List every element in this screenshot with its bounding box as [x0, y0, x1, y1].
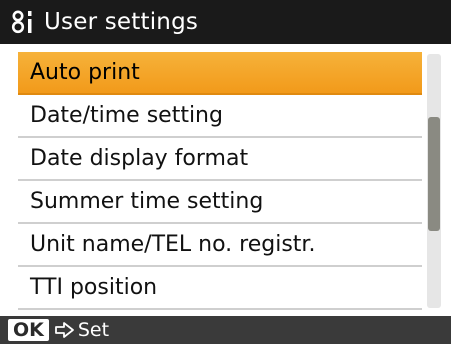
settings-menu: Auto print Date/time setting Date displa… — [18, 52, 422, 310]
footer-bar: OK Set — [0, 316, 451, 344]
menu-item-auto-print[interactable]: Auto print — [18, 52, 422, 95]
ok-button[interactable]: OK — [8, 319, 49, 341]
arrow-right-icon — [54, 322, 74, 338]
page-title: User settings — [44, 9, 199, 35]
menu-item-tti-position[interactable]: TTI position — [18, 267, 422, 310]
menu-item-date-display-format[interactable]: Date display format — [18, 138, 422, 181]
scrollbar-thumb[interactable] — [428, 117, 440, 231]
footer-hint-label: Set — [77, 319, 110, 341]
menu-item-label: Unit name/TEL no. registr. — [30, 232, 316, 257]
menu-panel: Auto print Date/time setting Date displa… — [0, 44, 451, 316]
menu-item-label: Auto print — [30, 60, 140, 85]
lcd-screen: User settings Auto print Date/time setti… — [0, 0, 451, 344]
menu-item-unit-name-tel-registration[interactable]: Unit name/TEL no. registr. — [18, 224, 422, 267]
scrollbar[interactable] — [427, 54, 441, 308]
title-bar: User settings — [0, 0, 451, 44]
settings-icon — [11, 10, 32, 34]
menu-item-label: Date display format — [30, 146, 249, 171]
menu-item-label: Summer time setting — [30, 189, 264, 214]
menu-item-label: Date/time setting — [30, 103, 223, 128]
menu-item-date-time-setting[interactable]: Date/time setting — [18, 95, 422, 138]
menu-item-label: TTI position — [30, 275, 158, 300]
menu-item-summer-time-setting[interactable]: Summer time setting — [18, 181, 422, 224]
